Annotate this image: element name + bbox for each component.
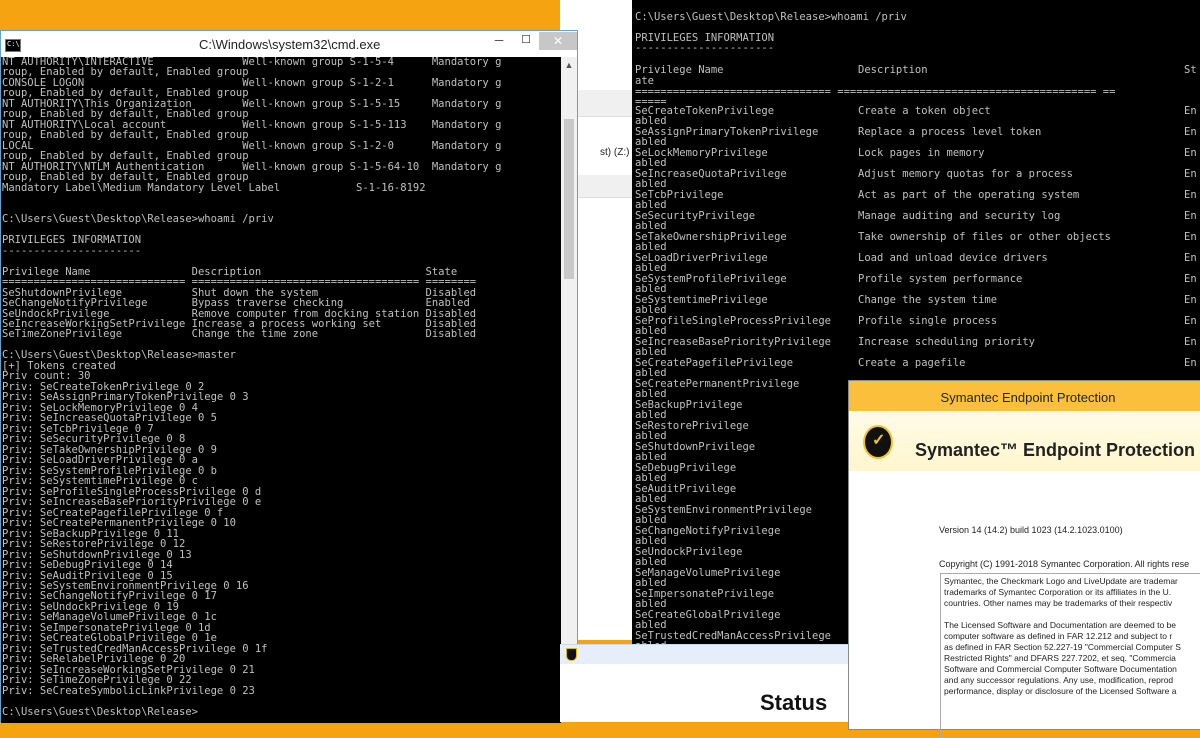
privilege-state: En — [1184, 357, 1197, 369]
privilege-wrap: abled — [635, 388, 667, 400]
status-heading: Status — [760, 690, 828, 715]
privilege-row: SeIncreaseQuotaPrivilege abled Adjust memo… — [635, 169, 1200, 190]
scroll-up-arrow-icon[interactable]: ▲ — [561, 57, 577, 73]
privilege-state: En — [1184, 210, 1197, 222]
separator-line: =============================== ========… — [635, 86, 1116, 98]
privilege-row: SeCreatePagefilePrivilege abled Create a p… — [635, 358, 1200, 379]
privilege-state: En — [1184, 336, 1197, 348]
privilege-description: Create a pagefile — [858, 357, 966, 369]
privilege-wrap: abled — [635, 136, 667, 148]
col-state-header: St — [1184, 64, 1197, 76]
legal-textbox[interactable]: Symantec, the Checkmark Logo and LiveUpd… — [940, 573, 1200, 738]
status-titlebar[interactable] — [560, 644, 848, 665]
privilege-row: SeIncreaseBasePriorityPrivilege abled Incr… — [635, 337, 1200, 358]
privilege-description: Adjust memory quotas for a process — [858, 168, 1073, 180]
privilege-description: Lock pages in memory — [858, 147, 985, 159]
privilege-wrap: abled — [635, 598, 667, 610]
window-title: C:\Windows\system32\cmd.exe — [199, 37, 381, 52]
dialog-banner: ✓ Symantec™ Endpoint Protection — [849, 411, 1200, 471]
privilege-wrap: abled — [635, 514, 667, 526]
privilege-wrap: abled — [635, 577, 667, 589]
privilege-wrap: abled — [635, 115, 667, 127]
privilege-state: En — [1184, 231, 1197, 243]
privilege-wrap: abled — [635, 220, 667, 232]
privilege-row: SeSystemtimePrivilege abled Change the sys… — [635, 295, 1200, 316]
privilege-row: SeAssignPrimaryTokenPrivilege abled Replac… — [635, 127, 1200, 148]
console-line: Priv: SeCreateSymbolicLinkPrivilege 0 23 — [2, 684, 255, 697]
privilege-description: Manage auditing and security log — [858, 210, 1061, 222]
privilege-row: SeProfileSingleProcessPrivilege abled Prof… — [635, 316, 1200, 337]
privilege-row: SeTakeOwnershipPrivilege abled Take owners… — [635, 232, 1200, 253]
scroll-thumb[interactable] — [564, 119, 574, 279]
privilege-wrap: abled — [635, 283, 667, 295]
privilege-description: Profile single process — [858, 315, 998, 327]
privilege-state: En — [1184, 189, 1197, 201]
title-bar[interactable]: C:\ C:\Windows\system32\cmd.exe ─ ☐ ✕ — [1, 31, 577, 59]
privilege-row: SeLoadDriverPrivilege abled Load and unloa… — [635, 253, 1200, 274]
privilege-state: En — [1184, 294, 1197, 306]
console-prompt: C:\Users\Guest\Desktop\Release>whoami /p… — [635, 11, 907, 23]
privilege-wrap: abled — [635, 325, 667, 337]
privilege-wrap: abled — [635, 367, 667, 379]
privilege-wrap: abled — [635, 199, 667, 211]
privilege-row: SeTcbPrivilege abled Act as part of the op… — [635, 190, 1200, 211]
privilege-description: Take ownership of files or other objects — [858, 231, 1111, 243]
privilege-description: Load and unload device drivers — [858, 252, 1048, 264]
close-button[interactable]: ✕ — [539, 32, 577, 50]
privilege-wrap: abled — [635, 430, 667, 442]
privilege-description: Replace a process level token — [858, 126, 1042, 138]
privilege-wrap: abled — [635, 304, 667, 316]
privilege-state: En — [1184, 105, 1197, 117]
privilege-wrap: abled — [635, 157, 667, 169]
symantec-about-dialog[interactable]: Symantec Endpoint Protection ✓ Symantec™… — [848, 380, 1200, 738]
privilege-row: SeSecurityPrivilege abled Manage auditing … — [635, 211, 1200, 232]
version-text: Version 14 (14.2) build 1023 (14.2.1023.… — [939, 525, 1123, 535]
privilege-wrap: abled — [635, 493, 667, 505]
maximize-button[interactable]: ☐ — [513, 33, 539, 53]
privilege-wrap: abled — [635, 472, 667, 484]
privilege-state: En — [1184, 126, 1197, 138]
privilege-state: En — [1184, 252, 1197, 264]
privilege-state: En — [1184, 273, 1197, 285]
privilege-row: SeSystemProfilePrivilege abled Profile sys… — [635, 274, 1200, 295]
privilege-description: Act as part of the operating system — [858, 189, 1080, 201]
privilege-wrap: abled — [635, 556, 667, 568]
privilege-row: SeLockMemoryPrivilege abled Lock pages in … — [635, 148, 1200, 169]
console-output[interactable]: NT AUTHORITY\INTERACTIVE Well-known grou… — [1, 57, 561, 723]
privilege-wrap: abled — [635, 241, 667, 253]
copyright-text: Copyright (C) 1991-2018 Symantec Corpora… — [939, 559, 1190, 569]
console-icon: C:\ — [5, 39, 21, 52]
vertical-scrollbar[interactable]: ▲ — [561, 57, 577, 721]
console-line: Mandatory Label\Medium Mandatory Level L… — [2, 181, 426, 194]
product-name: Symantec™ Endpoint Protection — [915, 440, 1196, 460]
privilege-wrap: abled — [635, 346, 667, 358]
privilege-state: En — [1184, 168, 1197, 180]
cmd-window[interactable]: C:\ C:\Windows\system32\cmd.exe ─ ☐ ✕ NT… — [0, 30, 578, 723]
privilege-wrap: abled — [635, 262, 667, 274]
console-line: C:\Users\Guest\Desktop\Release> — [2, 705, 198, 718]
minimize-button[interactable]: ─ — [485, 33, 513, 53]
privilege-state: En — [1184, 147, 1197, 159]
symantec-shield-icon — [566, 648, 577, 661]
privilege-row: SeCreateTokenPrivilege abled Create a toke… — [635, 106, 1200, 127]
dialog-title: Symantec Endpoint Protection — [849, 381, 1200, 411]
privilege-state: En — [1184, 315, 1197, 327]
privilege-wrap: abled — [635, 535, 667, 547]
privilege-description: Increase scheduling priority — [858, 336, 1036, 348]
console-header-underline: ---------------------- — [635, 42, 775, 54]
privilege-wrap: abled — [635, 619, 667, 631]
privilege-description: Change the system time — [858, 294, 998, 306]
console-line: SeTimeZonePrivilege Change the time zone… — [2, 328, 477, 341]
privilege-wrap: abled — [635, 178, 667, 190]
console-line: C:\Users\Guest\Desktop\Release>whoami /p… — [2, 213, 274, 226]
privilege-description: Profile system performance — [858, 273, 1023, 285]
privilege-wrap: abled — [635, 409, 667, 421]
col-desc-header: Description — [858, 64, 928, 76]
privilege-description: Create a token object — [858, 105, 991, 117]
symantec-shield-icon: ✓ — [863, 425, 893, 459]
privilege-wrap: abled — [635, 451, 667, 463]
console-line: ---------------------- — [2, 244, 142, 257]
